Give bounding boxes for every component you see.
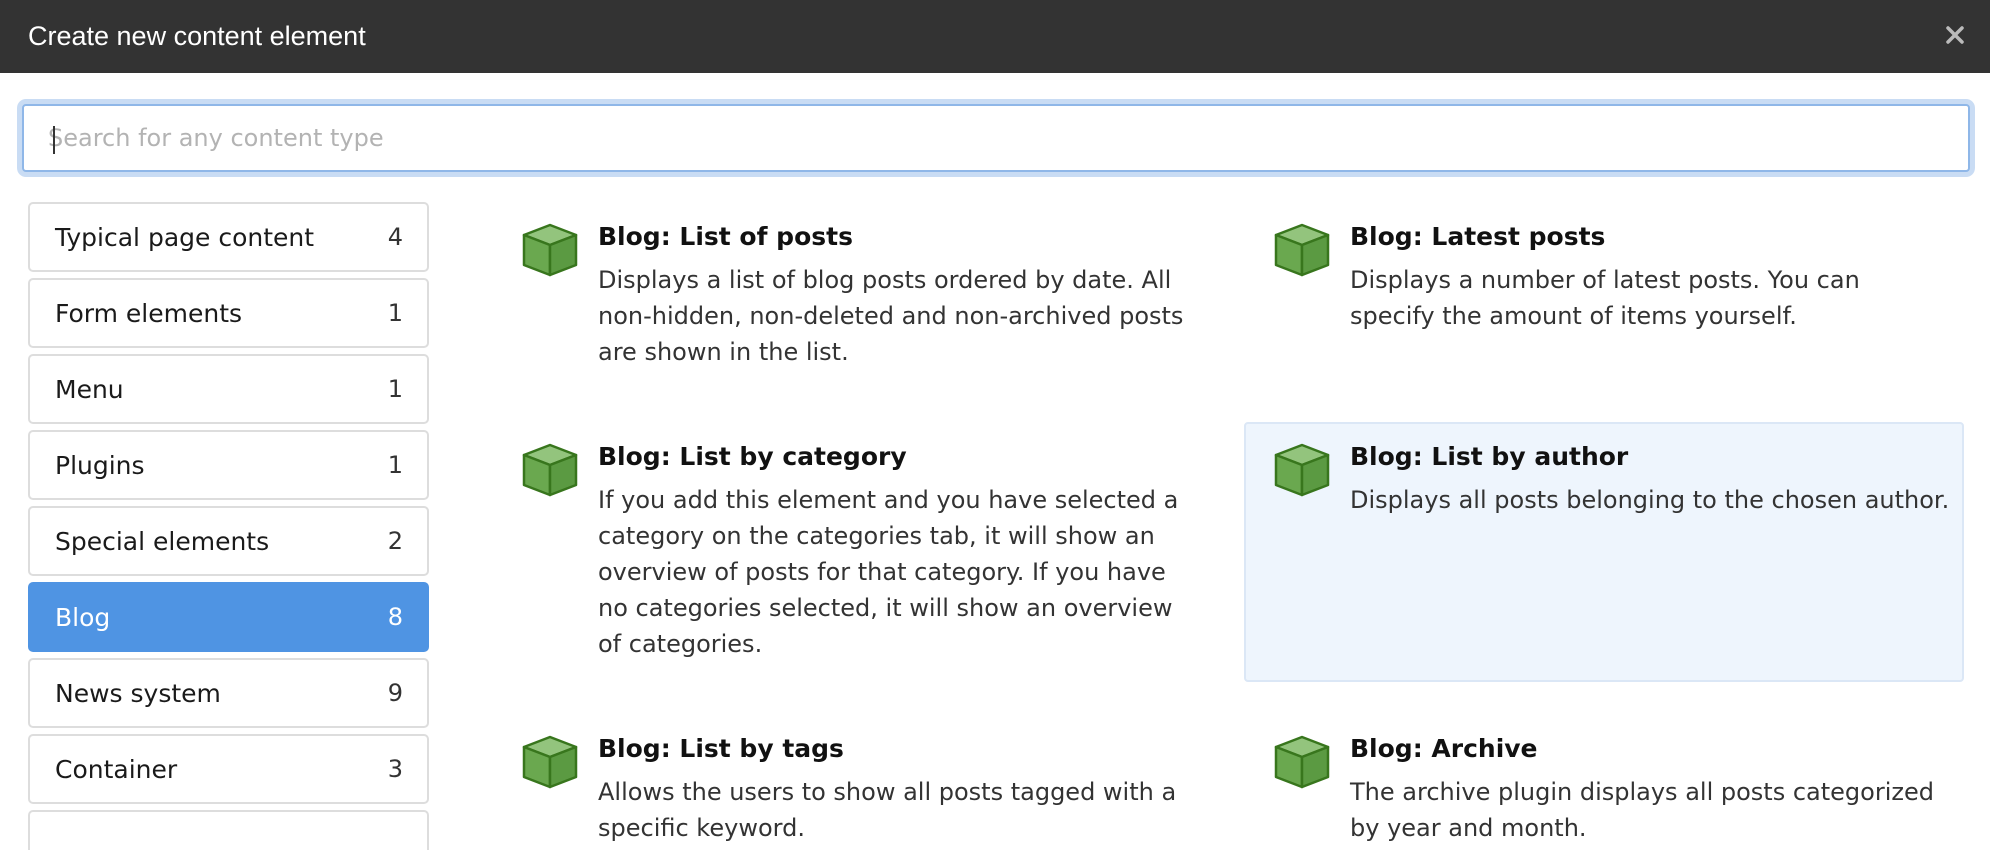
category-next-partial[interactable]: [28, 810, 429, 850]
category-blog[interactable]: Blog 8: [28, 582, 429, 652]
element-description: Displays a number of latest posts. You c…: [1350, 266, 1860, 330]
category-count: 8: [387, 603, 403, 631]
cube-icon: [522, 443, 578, 497]
category-special-elements[interactable]: Special elements 2: [28, 506, 429, 576]
text-caret: [53, 126, 55, 154]
cube-icon: [522, 735, 578, 789]
element-description: The archive plugin displays all posts ca…: [1350, 778, 1934, 842]
category-container[interactable]: Container 3: [28, 734, 429, 804]
category-count: 4: [387, 223, 403, 251]
category-count: 1: [387, 375, 403, 403]
element-card-list-by-category[interactable]: Blog: List by category If you add this e…: [520, 442, 1200, 682]
category-sidebar: Typical page content 4 Form elements 1 M…: [28, 202, 429, 850]
element-title: Blog: List by category: [598, 442, 907, 471]
element-title: Blog: List by author: [1350, 442, 1629, 471]
element-title: Blog: List of posts: [598, 222, 853, 251]
element-card-archive[interactable]: Blog: Archive The archive plugin display…: [1272, 734, 1962, 842]
category-count: 9: [387, 679, 403, 707]
category-count: 1: [387, 451, 403, 479]
element-card-latest-posts[interactable]: Blog: Latest posts Displays a number of …: [1272, 222, 1952, 342]
category-news-system[interactable]: News system 9: [28, 658, 429, 728]
element-description: Displays all posts belonging to the chos…: [1350, 486, 1950, 514]
cube-icon: [1274, 223, 1330, 277]
search-box: [22, 104, 1970, 172]
category-count: 1: [387, 299, 403, 327]
category-typical-page-content[interactable]: Typical page content 4: [28, 202, 429, 272]
close-button[interactable]: [1940, 20, 1970, 50]
category-label: Blog: [55, 602, 111, 632]
category-label: Menu: [55, 374, 124, 404]
element-description: Displays a list of blog posts ordered by…: [598, 266, 1184, 366]
element-title: Blog: Latest posts: [1350, 222, 1606, 251]
element-description: If you add this element and you have sel…: [598, 486, 1179, 658]
element-card-list-by-tags[interactable]: Blog: List by tags Allows the users to s…: [520, 734, 1200, 842]
category-count: 3: [387, 755, 403, 783]
element-title: Blog: List by tags: [598, 734, 844, 763]
close-icon[interactable]: [1940, 20, 1970, 50]
dialog-title: Create new content element: [28, 21, 366, 51]
element-title: Blog: Archive: [1350, 734, 1538, 763]
element-description: Allows the users to show all posts tagge…: [598, 778, 1177, 842]
dialog-header: Create new content element: [0, 0, 1990, 73]
category-plugins[interactable]: Plugins 1: [28, 430, 429, 500]
category-label: Special elements: [55, 526, 270, 556]
cube-icon: [522, 223, 578, 277]
category-form-elements[interactable]: Form elements 1: [28, 278, 429, 348]
element-card-list-by-author[interactable]: Blog: List by author Displays all posts …: [1244, 422, 1964, 682]
search-input[interactable]: [24, 106, 1968, 170]
category-label: Plugins: [55, 450, 145, 480]
category-label: Typical page content: [55, 222, 315, 252]
cube-icon: [1274, 443, 1330, 497]
category-label: News system: [55, 678, 221, 708]
cube-icon: [1274, 735, 1330, 789]
category-label: Form elements: [55, 298, 243, 328]
category-count: 2: [387, 527, 403, 555]
category-label: Container: [55, 754, 178, 784]
category-menu[interactable]: Menu 1: [28, 354, 429, 424]
element-card-list-of-posts[interactable]: Blog: List of posts Displays a list of b…: [520, 222, 1200, 382]
